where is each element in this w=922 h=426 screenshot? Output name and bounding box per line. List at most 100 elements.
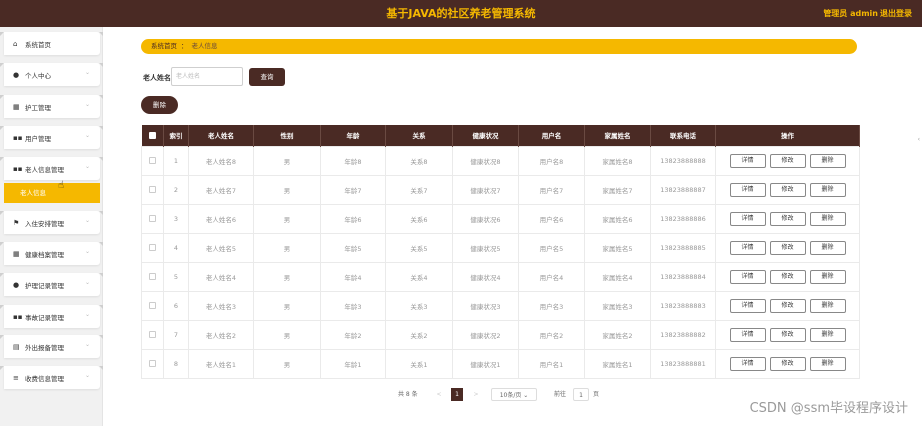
pagination-next-button[interactable]: > bbox=[471, 388, 481, 401]
row-checkbox[interactable] bbox=[149, 273, 156, 280]
search-input[interactable] bbox=[171, 67, 243, 86]
sidebar-item-9[interactable]: ▪▪ 事故记录管理 ⌄ bbox=[0, 305, 103, 328]
watermark: CSDN @ssm毕设程序设计 bbox=[749, 401, 908, 416]
cell-index: 4 bbox=[163, 232, 189, 263]
row-actions: 详情 修改 删除 bbox=[715, 232, 860, 263]
row-actions: 详情 修改 删除 bbox=[715, 203, 860, 234]
column-header: 老人姓名 bbox=[188, 125, 254, 146]
sidebar-item-2[interactable]: ● 个人中心 ⌄ bbox=[0, 63, 103, 86]
row-checkbox[interactable] bbox=[149, 331, 156, 338]
corner-fold bbox=[99, 157, 103, 161]
row-delete-button[interactable]: 删除 bbox=[809, 269, 846, 284]
sidebar-item-label: 外出报备管理 bbox=[25, 343, 64, 352]
detail-button[interactable]: 详情 bbox=[729, 298, 766, 313]
column-header: 性别 bbox=[253, 125, 321, 146]
row-checkbox[interactable] bbox=[149, 302, 156, 309]
column-header: 年龄 bbox=[320, 125, 386, 146]
page-size-select[interactable]: 10条/页 ⌄ bbox=[491, 388, 537, 401]
sidebar-item-4[interactable]: ▪▪ 用户管理 ⌄ bbox=[0, 126, 103, 149]
sidebar-item-5[interactable]: ▪▪ 老人信息管理 ⌄ bbox=[0, 157, 103, 180]
pagination-prev-button[interactable]: < bbox=[434, 388, 444, 401]
edit-button[interactable]: 修改 bbox=[769, 240, 806, 255]
logout-link[interactable]: 退出登录 bbox=[880, 0, 912, 27]
pagination-total: 共 8 条 bbox=[398, 391, 418, 398]
row-checkbox[interactable] bbox=[149, 157, 156, 164]
detail-button[interactable]: 详情 bbox=[729, 327, 766, 342]
chevron-down-icon: ⌄ bbox=[84, 311, 90, 318]
edit-button[interactable]: 修改 bbox=[769, 356, 806, 371]
select-all-checkbox[interactable] bbox=[148, 131, 156, 139]
sidebar-item-7[interactable]: ▦ 健康档案管理 ⌄ bbox=[0, 242, 103, 265]
corner-fold bbox=[0, 126, 4, 130]
row-delete-button[interactable]: 删除 bbox=[809, 153, 846, 168]
sidebar-subitem-elder-info[interactable]: 老人信息 bbox=[4, 183, 100, 203]
edit-button[interactable]: 修改 bbox=[769, 153, 806, 168]
row-checkbox[interactable] bbox=[149, 244, 156, 251]
corner-fold bbox=[99, 335, 103, 339]
sidebar-item-3[interactable]: ▦ 护工管理 ⌄ bbox=[0, 95, 103, 118]
chevron-down-icon: ⌄ bbox=[84, 163, 90, 170]
cell-index: 2 bbox=[163, 174, 189, 205]
corner-fold bbox=[99, 63, 103, 67]
corner-fold bbox=[99, 305, 103, 309]
cell-gender: 男 bbox=[253, 348, 321, 379]
cell-name: 老人姓名7 bbox=[188, 174, 254, 205]
row-checkbox[interactable] bbox=[149, 186, 156, 193]
flag-icon: ⚑ bbox=[13, 218, 20, 227]
sidebar-item-10[interactable]: ▤ 外出报备管理 ⌄ bbox=[0, 335, 103, 358]
cell-index: 8 bbox=[163, 348, 189, 379]
row-delete-button[interactable]: 删除 bbox=[809, 356, 846, 371]
row-actions: 详情 修改 删除 bbox=[715, 290, 860, 321]
edit-button[interactable]: 修改 bbox=[769, 298, 806, 313]
cell-health: 健康状况3 bbox=[452, 290, 519, 321]
edit-button[interactable]: 修改 bbox=[769, 182, 806, 197]
sidebar-item-1[interactable]: ⌂ 系统首页 bbox=[0, 32, 103, 55]
pagination-page-1[interactable]: 1 bbox=[451, 388, 463, 401]
chevron-down-icon: ⌄ bbox=[84, 372, 90, 379]
edit-button[interactable]: 修改 bbox=[769, 211, 806, 226]
cell-age: 年龄1 bbox=[320, 348, 386, 379]
table-row: 8 老人姓名1 男年龄1 关系1 健康状况1 用户名1 家属姓名1 13823888881 详情… bbox=[141, 348, 860, 379]
sidebar-item-6[interactable]: ⚑ 入住安排管理 ⌄ bbox=[0, 211, 103, 234]
row-delete-button[interactable]: 删除 bbox=[809, 240, 846, 255]
row-delete-button[interactable]: 删除 bbox=[809, 298, 846, 313]
app-title: 基于JAVA的社区养老管理系统 bbox=[386, 7, 536, 20]
goto-page-input[interactable]: 1 bbox=[573, 388, 589, 401]
chevron-left-icon[interactable]: ‹ bbox=[918, 136, 920, 143]
cell-age: 年龄5 bbox=[320, 232, 386, 263]
search-button[interactable]: 查询 bbox=[249, 68, 285, 86]
detail-button[interactable]: 详情 bbox=[729, 240, 766, 255]
corner-fold bbox=[99, 211, 103, 215]
cell-age: 年龄6 bbox=[320, 203, 386, 234]
row-delete-button[interactable]: 删除 bbox=[809, 182, 846, 197]
corner-fold bbox=[99, 242, 103, 246]
breadcrumb-home[interactable]: 系统首页 bbox=[151, 42, 177, 50]
column-header: 联系电话 bbox=[650, 125, 716, 146]
cell-username: 用户名7 bbox=[518, 174, 585, 205]
delete-button[interactable]: 删除 bbox=[141, 96, 178, 114]
detail-button[interactable]: 详情 bbox=[729, 269, 766, 284]
row-checkbox[interactable] bbox=[149, 215, 156, 222]
edit-button[interactable]: 修改 bbox=[769, 327, 806, 342]
column-header: 家属姓名 bbox=[584, 125, 651, 146]
sidebar-item-8[interactable]: ● 护理记录管理 ⌄ bbox=[0, 273, 103, 296]
row-checkbox[interactable] bbox=[149, 360, 156, 367]
detail-button[interactable]: 详情 bbox=[729, 182, 766, 197]
mouse-cursor-icon: ☝ bbox=[58, 180, 65, 191]
cell-family: 家属姓名4 bbox=[584, 261, 651, 292]
detail-button[interactable]: 详情 bbox=[729, 356, 766, 371]
cell-phone: 13823888887 bbox=[650, 174, 716, 205]
cell-gender: 男 bbox=[253, 203, 321, 234]
row-delete-button[interactable]: 删除 bbox=[809, 327, 846, 342]
cell-relation: 关系6 bbox=[385, 203, 453, 234]
edit-button[interactable]: 修改 bbox=[769, 269, 806, 284]
briefcase-icon: ▦ bbox=[13, 102, 20, 111]
cell-health: 健康状况5 bbox=[452, 232, 519, 263]
table-icon: ▦ bbox=[13, 249, 20, 258]
table-row: 1 老人姓名8 男年龄8 关系8 健康状况8 用户名8 家属姓名8 13823888888 详情… bbox=[141, 145, 860, 176]
sidebar-item-11[interactable]: ≡ 收费信息管理 ⌄ bbox=[0, 366, 103, 389]
sidebar: ⌂ 系统首页 ● 个人中心 ⌄ ▦ 护工管理 ⌄ ▪▪ 用户管理 ⌄ ▪▪ 老人信息管理 ⌄ ⚑ 入住安排管理… bbox=[0, 27, 103, 426]
detail-button[interactable]: 详情 bbox=[729, 211, 766, 226]
row-delete-button[interactable]: 删除 bbox=[809, 211, 846, 226]
detail-button[interactable]: 详情 bbox=[729, 153, 766, 168]
